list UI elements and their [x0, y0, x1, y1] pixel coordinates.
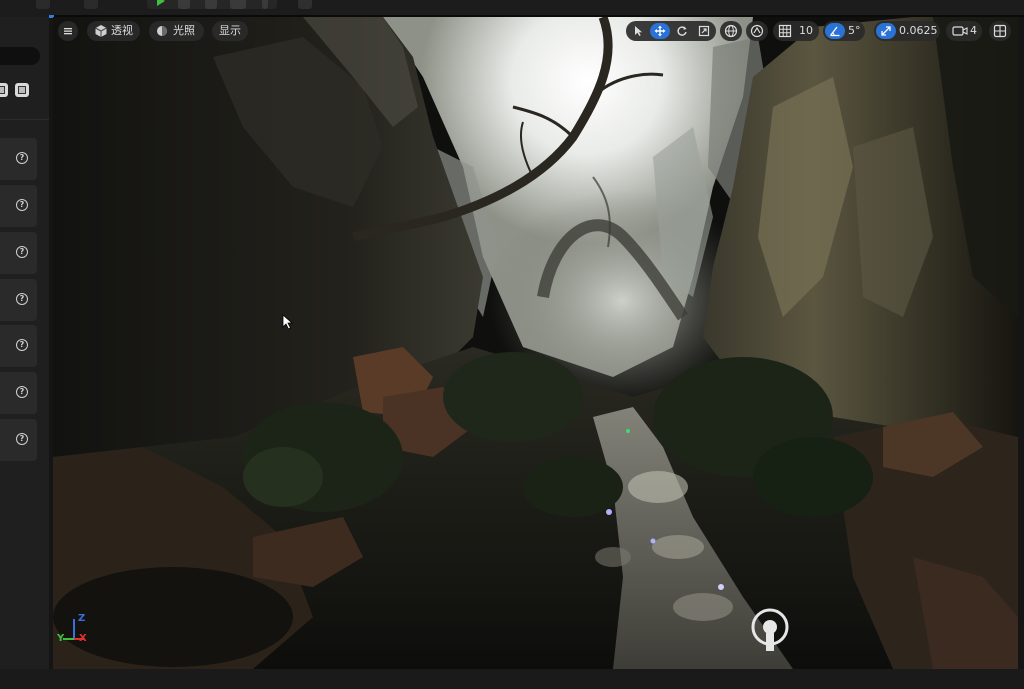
world-local-toggle[interactable]: [720, 21, 742, 41]
mouse-cursor: [282, 314, 294, 330]
show-menu-label: 显示: [219, 24, 241, 37]
lit-sphere-icon: [157, 26, 167, 36]
grid-snap-value: 10: [799, 24, 813, 37]
help-icon[interactable]: ?: [16, 386, 28, 398]
camera-icon: [952, 26, 968, 36]
viewport-layout-button[interactable]: [989, 21, 1011, 41]
settings-button[interactable]: [298, 0, 312, 9]
axis-y-line: [63, 638, 74, 640]
surface-snap-icon: [750, 24, 764, 38]
move-arrows-icon: [654, 25, 666, 37]
scale-snap-control[interactable]: 0.0625: [874, 21, 940, 41]
view-mode-label: 透视: [111, 24, 133, 37]
rotate-icon: [677, 26, 687, 36]
help-icon[interactable]: ?: [16, 293, 28, 305]
hamburger-icon: [64, 28, 72, 35]
axis-indicator: Z Y X: [57, 613, 89, 647]
layout-grid-icon: [993, 24, 1007, 38]
axis-x-label: X: [79, 633, 87, 644]
scene-render: [53, 17, 1018, 669]
axis-y-label: Y: [57, 633, 65, 644]
toolbar-button[interactable]: [178, 0, 190, 9]
grid-snap-control[interactable]: 10: [773, 21, 819, 41]
search-input[interactable]: [0, 47, 40, 65]
divider: [0, 119, 49, 120]
lighting-mode-label: 光照: [173, 24, 195, 37]
rotate-mode-button[interactable]: [672, 23, 692, 39]
panel-item[interactable]: ?: [0, 232, 37, 274]
camera-speed-value: 4: [970, 24, 977, 37]
grid-icon: [778, 24, 792, 38]
arrow-cursor-icon: [635, 26, 642, 36]
scale-snap-toggle[interactable]: [876, 23, 896, 39]
select-mode-button[interactable]: [628, 23, 648, 39]
show-menu-button[interactable]: 显示: [212, 21, 248, 41]
scale-snap-value: 0.0625: [899, 24, 938, 37]
editor-main-toolbar: [0, 0, 1024, 18]
transform-tools-group: [626, 21, 716, 41]
toolbar-button[interactable]: [36, 0, 50, 9]
toolbar-button[interactable]: [230, 0, 246, 9]
angle-icon: [829, 26, 840, 37]
panel-item[interactable]: ?: [0, 325, 37, 367]
scale-arrow-icon: [881, 26, 891, 36]
status-bar: [0, 669, 1024, 689]
view-toggle-icon[interactable]: [0, 83, 8, 97]
translate-mode-button[interactable]: [650, 23, 670, 39]
level-viewport[interactable]: Z Y X: [53, 17, 1018, 669]
play-icon[interactable]: [157, 0, 165, 6]
help-icon[interactable]: ?: [16, 152, 28, 164]
scale-mode-button[interactable]: [694, 23, 714, 39]
camera-speed-control[interactable]: 4: [946, 21, 982, 41]
scale-icon: [698, 25, 710, 37]
more-options-button[interactable]: [262, 0, 268, 9]
help-icon[interactable]: ?: [16, 199, 28, 211]
panel-item[interactable]: ?: [0, 185, 37, 227]
help-icon[interactable]: ?: [16, 433, 28, 445]
rotation-snap-value: 5°: [848, 24, 861, 37]
axis-z-line: [73, 619, 75, 639]
toolbar-button[interactable]: [84, 0, 98, 9]
help-icon[interactable]: ?: [16, 246, 28, 258]
left-mode-panel: ? ? ? ? ? ? ?: [0, 17, 49, 669]
stop-button[interactable]: [205, 0, 217, 9]
cube-icon: [95, 25, 107, 37]
surface-snap-toggle[interactable]: [746, 21, 768, 41]
globe-icon: [724, 24, 738, 38]
rotation-snap-control[interactable]: 5°: [823, 21, 865, 41]
help-icon[interactable]: ?: [16, 339, 28, 351]
panel-item[interactable]: ?: [0, 372, 37, 414]
viewport-menu-button[interactable]: [58, 21, 78, 41]
view-mode-button[interactable]: 透视: [87, 21, 140, 41]
copy-icon[interactable]: [15, 83, 29, 97]
lighting-mode-button[interactable]: 光照: [149, 21, 204, 41]
panel-item[interactable]: ?: [0, 279, 37, 321]
panel-item[interactable]: ?: [0, 419, 37, 461]
rotation-snap-toggle[interactable]: [825, 23, 845, 39]
panel-item[interactable]: ?: [0, 138, 37, 180]
axis-z-label: Z: [78, 613, 86, 624]
